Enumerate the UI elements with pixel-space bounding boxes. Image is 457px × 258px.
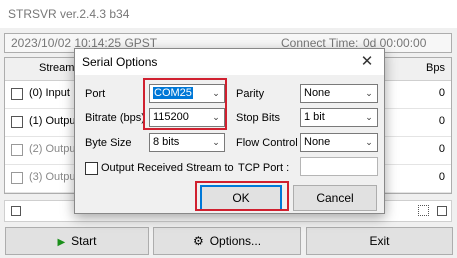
port-select[interactable]: COM25 ⌄ [149, 84, 225, 103]
dialog-title: Serial Options [75, 49, 384, 75]
ok-button[interactable]: OK [200, 185, 282, 211]
stream-bps: 0 [438, 171, 445, 183]
flow-control-value: None [304, 136, 331, 148]
output-received-checkbox[interactable] [85, 162, 98, 175]
flow-control-select[interactable]: None ⌄ [300, 133, 378, 152]
cancel-button[interactable]: Cancel [293, 185, 377, 211]
parity-value: None [304, 87, 331, 99]
stream-column-header[interactable]: Stream [39, 62, 74, 74]
chevron-down-icon: ⌄ [212, 112, 220, 122]
window-title: STRSVR ver.2.4.3 b34 [0, 0, 457, 28]
chevron-down-icon: ⌄ [212, 88, 220, 98]
tcp-port-label: TCP Port : [238, 162, 290, 174]
chevron-down-icon: ⌄ [212, 137, 220, 147]
chevron-down-icon: ⌄ [365, 137, 373, 147]
bottom-checkbox[interactable] [11, 206, 21, 216]
port-value: COM25 [153, 87, 193, 99]
chevron-down-icon: ⌄ [365, 88, 373, 98]
options-button[interactable]: ⚙ Options... [153, 227, 301, 255]
serial-options-dialog: Serial Options ✕ Port COM25 ⌄ Bitrate (b… [74, 48, 385, 214]
stream-label: (3) Output [29, 171, 79, 183]
exit-label: Exit [369, 234, 390, 248]
exit-button[interactable]: Exit [306, 227, 453, 255]
bps-column-header[interactable]: Bps [426, 62, 445, 74]
flow-control-label: Flow Control [236, 137, 298, 149]
dotted-box-icon[interactable] [418, 205, 429, 216]
byte-size-value: 8 bits [153, 136, 180, 148]
stream-checkbox[interactable] [11, 88, 23, 100]
start-button[interactable]: ▶ Start [5, 227, 149, 255]
stop-bits-label: Stop Bits [236, 112, 281, 124]
parity-select[interactable]: None ⌄ [300, 84, 378, 103]
byte-size-select[interactable]: 8 bits ⌄ [149, 133, 225, 152]
stream-bps: 0 [438, 87, 445, 99]
byte-size-label: Byte Size [85, 137, 132, 149]
bitrate-select[interactable]: 115200 ⌄ [149, 108, 225, 127]
options-label: Options... [209, 234, 262, 248]
stream-bps: 0 [438, 115, 445, 127]
stream-checkbox[interactable] [11, 144, 23, 156]
close-icon[interactable]: ✕ [358, 52, 376, 72]
output-received-label: Output Received Stream to [101, 162, 234, 174]
stream-checkbox[interactable] [11, 172, 23, 184]
bitrate-value: 115200 [153, 111, 189, 123]
gear-icon: ⚙ [192, 234, 204, 248]
stream-checkbox[interactable] [11, 116, 23, 128]
port-label: Port [85, 88, 106, 100]
stop-bits-select[interactable]: 1 bit ⌄ [300, 108, 378, 127]
stream-label: (2) Output [29, 143, 79, 155]
tcp-port-input[interactable] [300, 157, 378, 176]
chevron-down-icon: ⌄ [365, 112, 373, 122]
small-square-button[interactable] [437, 206, 447, 216]
stream-label: (1) Output [29, 115, 79, 127]
stream-label: (0) Input [29, 87, 70, 99]
parity-label: Parity [236, 88, 265, 100]
start-label: Start [71, 234, 97, 248]
stop-bits-value: 1 bit [304, 111, 325, 123]
bitrate-label: Bitrate (bps) [85, 112, 145, 124]
stream-bps: 0 [438, 143, 445, 155]
play-icon: ▶ [57, 237, 66, 248]
